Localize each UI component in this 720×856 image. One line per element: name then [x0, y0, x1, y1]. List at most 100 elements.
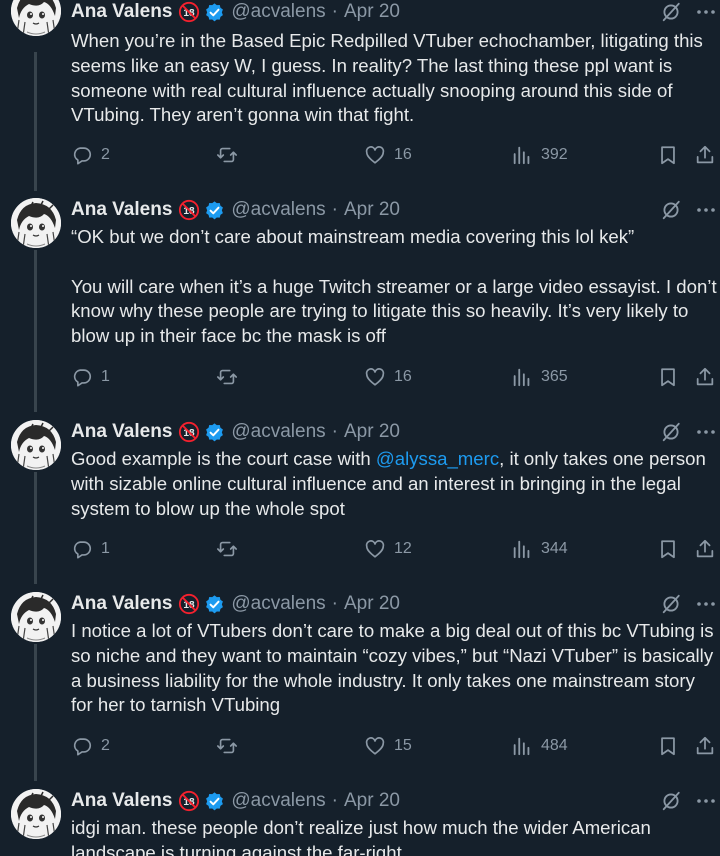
reply-button[interactable]: 2 [71, 735, 110, 757]
heart-icon [364, 366, 386, 388]
user-handle[interactable]: @acvalens [231, 593, 325, 615]
like-button[interactable]: 12 [364, 538, 412, 560]
verified-badge-icon[interactable] [204, 422, 225, 443]
reply-button[interactable]: 2 [71, 144, 110, 166]
tweet[interactable]: Ana Valens @acvalens · Apr 20 idgi man. … [0, 789, 720, 856]
views-icon [511, 144, 533, 166]
bookmark-icon [657, 366, 679, 388]
avatar[interactable] [11, 198, 61, 248]
share-button[interactable] [694, 366, 716, 388]
bookmark-button[interactable] [657, 144, 679, 166]
more-icon[interactable] [694, 0, 718, 24]
separator: · [331, 1, 338, 22]
tweet-actions: 1 12 344 [71, 538, 720, 562]
avatar[interactable] [11, 0, 61, 36]
retweet-icon [216, 144, 238, 166]
grok-icon[interactable] [660, 1, 682, 23]
verified-badge-icon[interactable] [204, 594, 225, 615]
tweet-actions: 2 16 392 [71, 144, 720, 168]
bookmark-button[interactable] [657, 538, 679, 560]
verified-badge-icon[interactable] [204, 2, 225, 23]
retweet-icon [216, 538, 238, 560]
tweet-date[interactable]: Apr 20 [344, 199, 400, 221]
share-icon [694, 735, 716, 757]
reply-button[interactable]: 1 [71, 538, 110, 560]
views-button[interactable]: 344 [511, 538, 568, 560]
user-handle[interactable]: @acvalens [231, 199, 325, 221]
like-count: 16 [394, 368, 412, 385]
heart-icon [364, 735, 386, 757]
retweet-button[interactable] [216, 366, 246, 388]
tweet[interactable]: Ana Valens @acvalens · Apr 20 I notice a… [0, 592, 720, 767]
avatar[interactable] [11, 592, 61, 642]
views-icon [511, 366, 533, 388]
tweet-date[interactable]: Apr 20 [344, 593, 400, 615]
view-count: 484 [541, 737, 568, 754]
bookmark-button[interactable] [657, 735, 679, 757]
view-count: 392 [541, 146, 568, 163]
tweet-header: Ana Valens @acvalens · Apr 20 [71, 420, 400, 444]
views-button[interactable]: 392 [511, 144, 568, 166]
share-icon [694, 538, 716, 560]
views-icon [511, 735, 533, 757]
bookmark-button[interactable] [657, 366, 679, 388]
tweet[interactable]: Ana Valens @acvalens · Apr 20 “OK but we… [0, 198, 720, 398]
heart-icon [364, 538, 386, 560]
more-icon[interactable] [694, 789, 718, 813]
tweet-actions: 2 15 484 [71, 735, 720, 759]
reply-icon [71, 144, 93, 166]
retweet-button[interactable] [216, 538, 246, 560]
reply-icon [71, 538, 93, 560]
retweet-button[interactable] [216, 735, 246, 757]
tweet-date[interactable]: Apr 20 [344, 1, 400, 23]
reply-button[interactable]: 1 [71, 366, 110, 388]
share-button[interactable] [694, 144, 716, 166]
grok-icon[interactable] [660, 199, 682, 221]
like-button[interactable]: 16 [364, 144, 412, 166]
tweet-header-actions [660, 420, 720, 444]
bookmark-icon [657, 538, 679, 560]
user-handle[interactable]: @acvalens [231, 421, 325, 443]
heart-icon [364, 144, 386, 166]
avatar[interactable] [11, 789, 61, 839]
tweet[interactable]: Ana Valens @acvalens · Apr 20 Good examp… [0, 420, 720, 570]
reply-icon [71, 735, 93, 757]
verified-badge-icon[interactable] [204, 791, 225, 812]
share-icon [694, 144, 716, 166]
share-button[interactable] [694, 538, 716, 560]
tweet-header-actions [660, 0, 720, 24]
tweet-header-actions [660, 789, 720, 813]
grok-icon[interactable] [660, 593, 682, 615]
user-handle[interactable]: @acvalens [231, 790, 325, 812]
grok-icon[interactable] [660, 790, 682, 812]
retweet-button[interactable] [216, 144, 246, 166]
retweet-icon [216, 735, 238, 757]
display-name[interactable]: Ana Valens [71, 421, 172, 443]
bookmark-icon [657, 144, 679, 166]
tweet-date[interactable]: Apr 20 [344, 790, 400, 812]
views-button[interactable]: 365 [511, 366, 568, 388]
tweet-text: “OK but we don’t care about mainstream m… [71, 226, 717, 347]
display-name[interactable]: Ana Valens [71, 593, 172, 615]
views-button[interactable]: 484 [511, 735, 568, 757]
mention-link[interactable]: @alyssa_merc [376, 448, 499, 469]
like-button[interactable]: 15 [364, 735, 412, 757]
tweet-text: When you’re in the Based Epic Redpilled … [71, 30, 709, 126]
more-icon[interactable] [694, 420, 718, 444]
18-plus-icon [178, 199, 200, 221]
display-name[interactable]: Ana Valens [71, 1, 172, 23]
more-icon[interactable] [694, 198, 718, 222]
share-button[interactable] [694, 735, 716, 757]
tweet[interactable]: Ana Valens @acvalens · Apr 20 When you’r… [0, 0, 720, 180]
verified-badge-icon[interactable] [204, 200, 225, 221]
like-button[interactable]: 16 [364, 366, 412, 388]
tweet-header: Ana Valens @acvalens · Apr 20 [71, 198, 400, 222]
views-icon [511, 538, 533, 560]
user-handle[interactable]: @acvalens [231, 1, 325, 23]
tweet-date[interactable]: Apr 20 [344, 421, 400, 443]
avatar[interactable] [11, 420, 61, 470]
grok-icon[interactable] [660, 421, 682, 443]
display-name[interactable]: Ana Valens [71, 790, 172, 812]
more-icon[interactable] [694, 592, 718, 616]
display-name[interactable]: Ana Valens [71, 199, 172, 221]
